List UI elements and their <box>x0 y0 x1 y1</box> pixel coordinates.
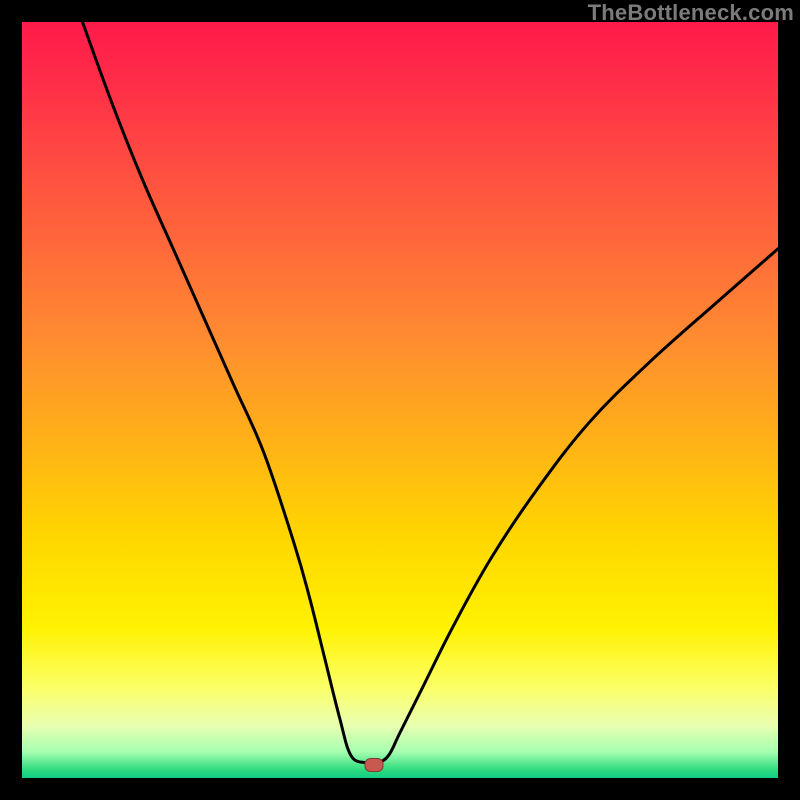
plot-area <box>22 22 778 778</box>
watermark-text: TheBottleneck.com <box>588 0 794 26</box>
optimal-point-marker <box>364 758 383 772</box>
bottleneck-curve <box>22 22 778 778</box>
chart-frame: TheBottleneck.com <box>0 0 800 800</box>
